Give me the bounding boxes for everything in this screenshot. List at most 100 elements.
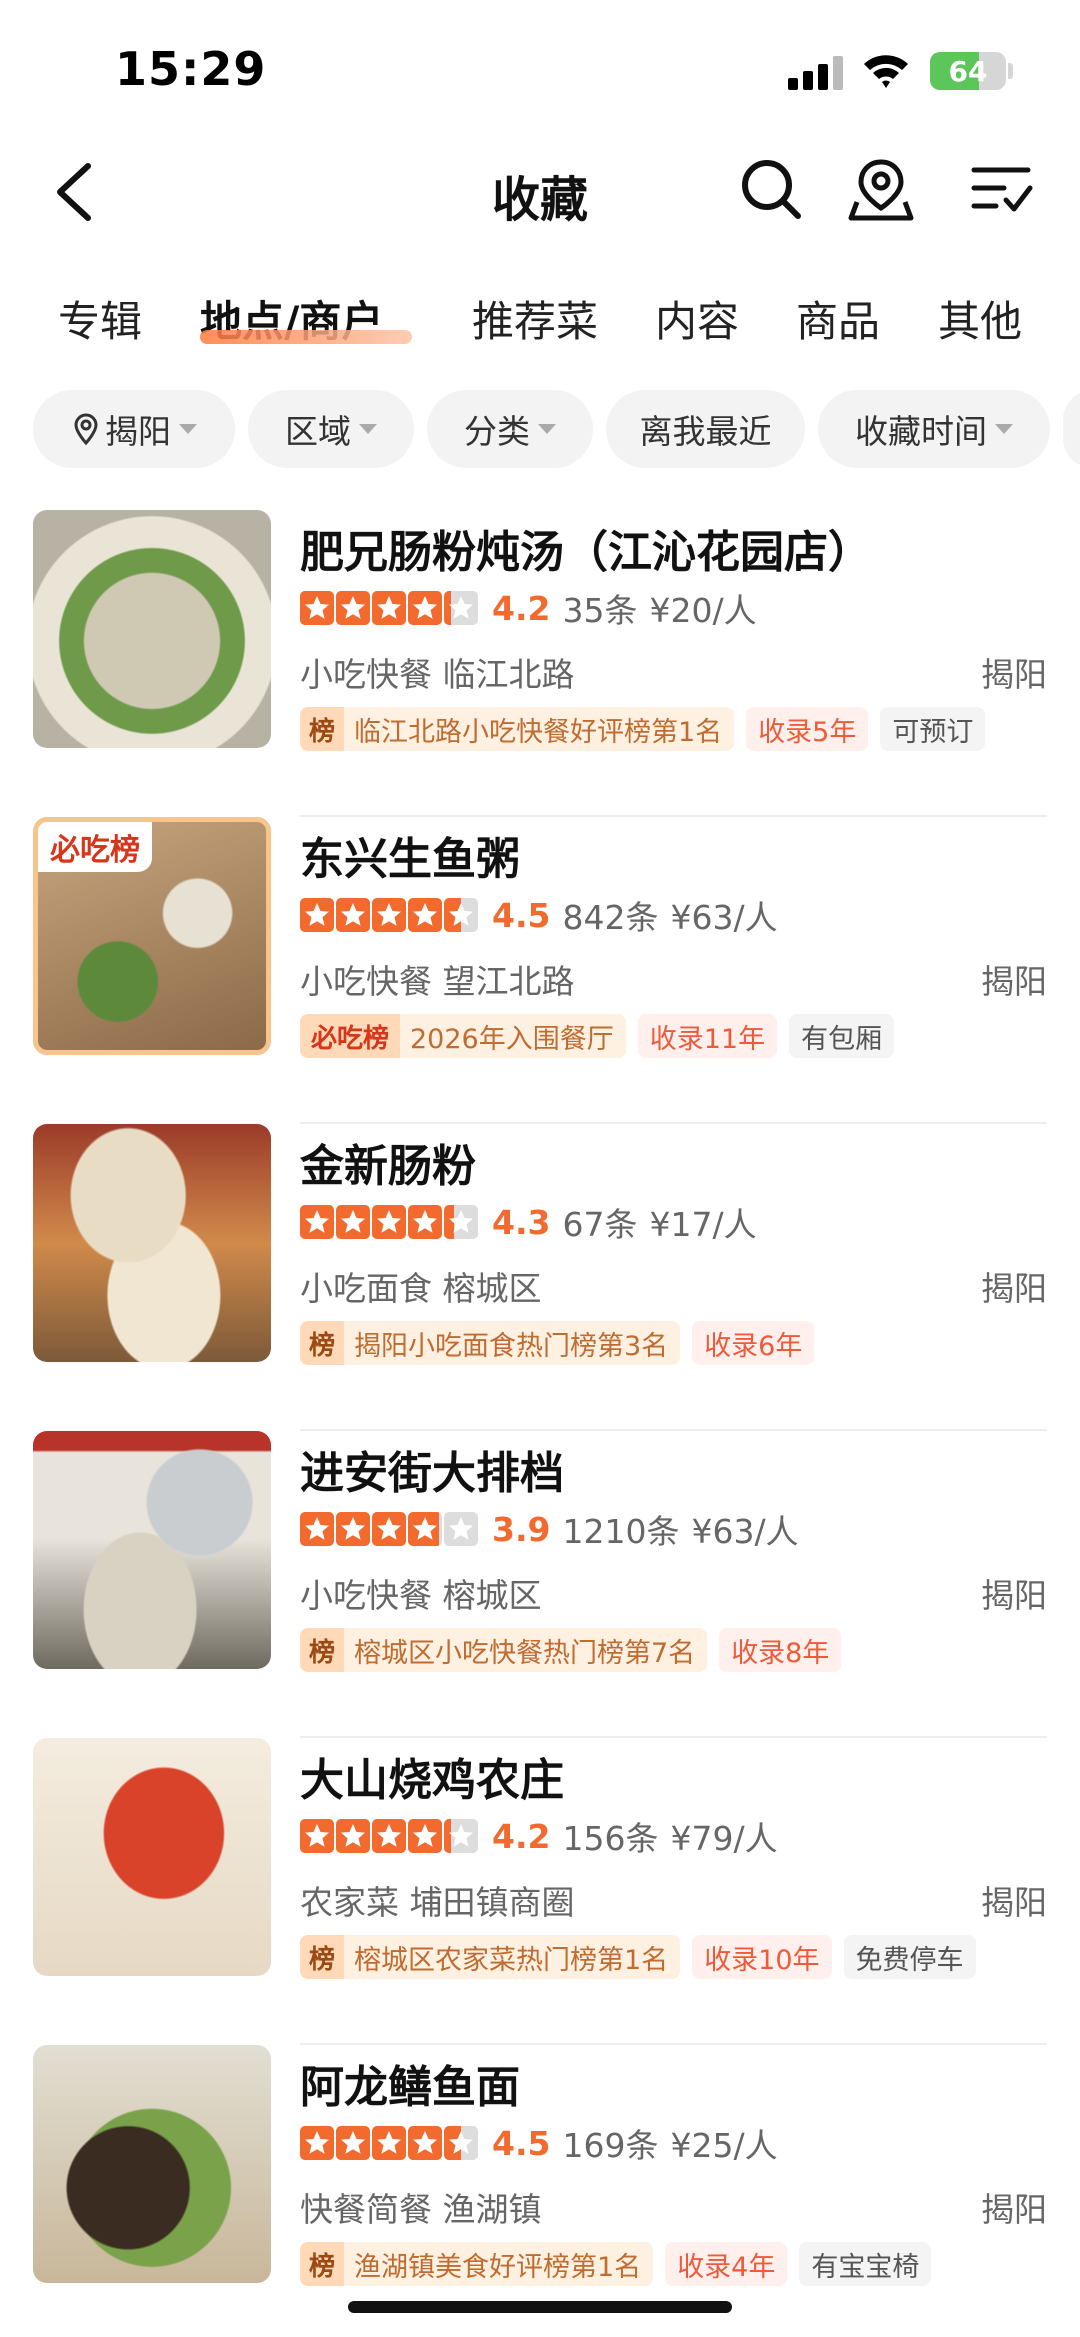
tag-row: 榜 渔湖镇美食好评榜第1名 收录4年 有宝宝椅	[300, 2241, 943, 2287]
rating-row: 4.2 35条 ¥20/人	[300, 588, 757, 630]
years-listed-tag: 收录5年	[746, 707, 869, 751]
map-pin-icon[interactable]	[848, 156, 914, 222]
page-title: 收藏	[491, 172, 588, 228]
average-price: ¥17/人	[649, 1205, 757, 1244]
list-item[interactable]: 金新肠粉 4.3 67条 ¥17/人 小吃面食 榕城区 揭阳 榜 揭阳小吃面食热…	[0, 1124, 1080, 1431]
star-icon	[336, 2126, 370, 2160]
review-count: 156条	[562, 1819, 659, 1858]
review-count: 842条	[562, 898, 659, 937]
wifi-icon	[864, 55, 908, 88]
shop-name[interactable]: 肥兄肠粉炖汤（江沁花园店）	[300, 516, 872, 580]
nearest-sort[interactable]: 离我最近	[606, 390, 805, 468]
star-icon	[300, 1819, 334, 1853]
star-icon	[408, 1819, 442, 1853]
category-area: 快餐简餐 渔湖镇	[300, 2190, 542, 2229]
years-listed-tag: 收录11年	[637, 1014, 778, 1058]
feature-tag: 免费停车	[843, 1935, 976, 1979]
rating-score: 4.5	[492, 2123, 551, 2163]
star-icon	[444, 1819, 478, 1853]
star-rating	[300, 591, 480, 625]
list-item[interactable]: 进安街大排档 3.9 1210条 ¥63/人 小吃快餐 榕城区 揭阳 榜 榕城区…	[0, 1431, 1080, 1738]
years-listed-tag: 收录6年	[692, 1321, 815, 1365]
ranking-tag[interactable]: 榜 揭阳小吃面食热门榜第3名	[300, 1321, 681, 1365]
location-filter-label: 揭阳	[105, 412, 171, 451]
star-icon	[372, 1819, 406, 1853]
average-price: ¥79/人	[670, 1819, 778, 1858]
home-indicator[interactable]	[348, 2301, 732, 2313]
ranking-tag[interactable]: 榜 临江北路小吃快餐好评榜第1名	[300, 707, 735, 751]
saved-time-filter[interactable]: 收藏时间	[818, 390, 1050, 468]
tag-row: 榜 榕城区小吃快餐热门榜第7名 收录8年	[300, 1627, 853, 1673]
city: 揭阳	[981, 2190, 1047, 2229]
star-icon	[336, 898, 370, 932]
star-icon	[444, 1205, 478, 1239]
shop-photo[interactable]: 必吃榜	[33, 817, 271, 1055]
review-count: 67条	[562, 1205, 638, 1244]
chevron-down-icon	[995, 424, 1013, 434]
tab-dishes[interactable]: 推荐菜	[472, 288, 598, 349]
shop-name[interactable]: 阿龙鳝鱼面	[300, 2051, 520, 2115]
ranking-tag[interactable]: 榜 渔湖镇美食好评榜第1名	[300, 2242, 654, 2286]
shop-photo[interactable]	[33, 2045, 271, 2283]
shop-photo[interactable]	[33, 1124, 271, 1362]
filter-bar: 揭阳 区域 分类 离我最近 收藏时间	[0, 390, 1080, 468]
shop-name[interactable]: 东兴生鱼粥	[300, 823, 520, 887]
rating-row: 4.3 67条 ¥17/人	[300, 1202, 757, 1244]
tab-goods[interactable]: 商品	[796, 288, 880, 349]
tab-other[interactable]: 其他	[938, 288, 1022, 349]
list-item[interactable]: 必吃榜 东兴生鱼粥 4.5 842条 ¥63/人 小吃快餐 望江北路 揭阳 必吃…	[0, 817, 1080, 1124]
ranking-text: 2026年入围餐厅	[410, 1023, 614, 1055]
ranking-tag[interactable]: 榜 榕城区农家菜热门榜第1名	[300, 1935, 681, 1979]
star-icon	[300, 898, 334, 932]
shop-photo[interactable]	[33, 1738, 271, 1976]
category-filter[interactable]: 分类	[427, 390, 593, 468]
ranking-mark: 榜	[300, 2242, 344, 2286]
sort-list-icon[interactable]	[968, 156, 1034, 222]
chevron-down-icon	[538, 424, 556, 434]
city: 揭阳	[981, 962, 1047, 1001]
ranking-text: 榕城区小吃快餐热门榜第7名	[354, 1637, 696, 1669]
rating-score: 3.9	[492, 1509, 551, 1549]
shop-name[interactable]: 金新肠粉	[300, 1130, 476, 1194]
rating-score: 4.3	[492, 1202, 551, 1242]
tag-row: 必吃榜 2026年入围餐厅 收录11年 有包厢	[300, 1013, 906, 1059]
search-icon[interactable]	[738, 156, 804, 222]
area-filter[interactable]: 区域	[248, 390, 414, 468]
nearest-sort-label: 离我最近	[639, 412, 772, 451]
city: 揭阳	[981, 1883, 1047, 1922]
battery-icon: 64	[930, 52, 1006, 90]
list-item[interactable]: 肥兄肠粉炖汤（江沁花园店） 4.2 35条 ¥20/人 小吃快餐 临江北路 揭阳…	[0, 510, 1080, 817]
category-filter-label: 分类	[464, 412, 530, 451]
city: 揭阳	[981, 1269, 1047, 1308]
list-item[interactable]: 阿龙鳝鱼面 4.5 169条 ¥25/人 快餐简餐 渔湖镇 揭阳 榜 渔湖镇美食…	[0, 2045, 1080, 2337]
tab-album[interactable]: 专辑	[58, 288, 142, 349]
ranking-tag[interactable]: 榜 榕城区小吃快餐热门榜第7名	[300, 1628, 708, 1672]
rating-score: 4.5	[492, 895, 551, 935]
rating-row: 4.2 156条 ¥79/人	[300, 1816, 778, 1858]
category-area: 小吃快餐 临江北路	[300, 655, 575, 694]
shop-name[interactable]: 进安街大排档	[300, 1437, 564, 1501]
list-item[interactable]: 大山烧鸡农庄 4.2 156条 ¥79/人 农家菜 埔田镇商圈 揭阳 榜 榕城区…	[0, 1738, 1080, 2045]
star-icon	[336, 1205, 370, 1239]
back-icon[interactable]	[50, 160, 100, 224]
rating-score: 4.2	[492, 1816, 551, 1856]
chevron-down-icon	[359, 424, 377, 434]
star-icon	[408, 898, 442, 932]
star-icon	[372, 2126, 406, 2160]
star-icon	[372, 1512, 406, 1546]
ranking-text: 榕城区农家菜热门榜第1名	[354, 1944, 669, 1976]
category-tabs: 专辑 地点/商户 推荐菜 内容 商品 其他	[0, 288, 1080, 358]
ranking-text: 渔湖镇美食好评榜第1名	[354, 2251, 642, 2283]
star-icon	[300, 591, 334, 625]
shop-photo[interactable]	[33, 1431, 271, 1669]
location-filter[interactable]: 揭阳	[33, 390, 235, 468]
years-listed-tag: 收录10年	[692, 1935, 832, 1979]
more-filter[interactable]	[1063, 390, 1080, 468]
shop-name[interactable]: 大山烧鸡农庄	[300, 1744, 564, 1808]
shop-photo[interactable]	[33, 510, 271, 748]
tab-content[interactable]: 内容	[655, 288, 739, 349]
ranking-tag[interactable]: 必吃榜 2026年入围餐厅	[300, 1014, 626, 1058]
feature-tag: 有宝宝椅	[799, 2242, 932, 2286]
ranking-mark: 榜	[300, 1935, 344, 1979]
rating-row: 4.5 169条 ¥25/人	[300, 2123, 778, 2165]
